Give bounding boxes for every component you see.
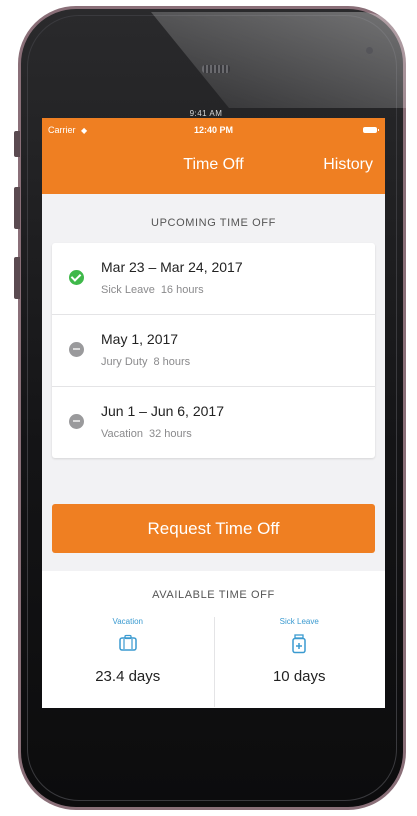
item-type: Vacation (101, 428, 143, 440)
item-type: Sick Leave (101, 284, 155, 296)
item-dates: Mar 23 – Mar 24, 2017 (101, 259, 243, 275)
nav-bar: Carrier ◆ 12:40 PM Time Off History (42, 118, 385, 194)
suitcase-icon (42, 634, 214, 654)
vacation-label: Vacation (112, 617, 144, 626)
status-bar: Carrier ◆ 12:40 PM (42, 118, 385, 140)
sick-leave-balance[interactable]: Sick Leave 10 days (214, 617, 386, 685)
list-item[interactable]: Jun 1 – Jun 6, 2017 Vacation 32 hours (52, 387, 375, 458)
item-hours: 16 hours (160, 284, 204, 296)
pending-icon (69, 342, 84, 357)
item-hours: 8 hours (153, 356, 191, 368)
available-columns: Vacation 23.4 days Sick Leave 10 days (42, 617, 386, 707)
device-time-label: 9:41 AM (189, 109, 223, 118)
upcoming-title: UPCOMING TIME OFF (151, 217, 276, 229)
speaker-grille (202, 65, 230, 73)
vacation-balance[interactable]: Vacation 23.4 days (42, 617, 214, 685)
available-section: AVAILABLE TIME OFF Vacation 23.4 days Si… (42, 571, 385, 708)
item-meta: Vacation 32 hours (101, 428, 192, 440)
sick-leave-label: Sick Leave (279, 617, 319, 626)
status-time: 12:40 PM (193, 125, 234, 135)
app-screen: Carrier ◆ 12:40 PM Time Off History UPCO… (42, 118, 385, 708)
sick-leave-value: 10 days (272, 668, 326, 685)
item-meta: Jury Duty 8 hours (101, 356, 190, 368)
item-dates: Jun 1 – Jun 6, 2017 (101, 403, 224, 419)
mute-switch (14, 131, 20, 157)
pending-icon (69, 414, 84, 429)
list-item[interactable]: Mar 23 – Mar 24, 2017 Sick Leave 16 hours (52, 243, 375, 315)
vacation-value: 23.4 days (95, 668, 161, 685)
history-button[interactable]: History (323, 156, 373, 174)
approved-check-icon (69, 270, 84, 285)
volume-down-button (14, 257, 20, 299)
volume-up-button (14, 187, 20, 229)
front-camera (366, 47, 373, 54)
list-item[interactable]: May 1, 2017 Jury Duty 8 hours (52, 315, 375, 387)
battery-icon (363, 127, 379, 133)
upcoming-list: Mar 23 – Mar 24, 2017 Sick Leave 16 hours… (52, 243, 375, 458)
item-meta: Sick Leave 16 hours (101, 284, 204, 296)
medicine-bottle-icon (214, 634, 386, 654)
item-type: Jury Duty (101, 356, 148, 368)
item-hours: 32 hours (149, 428, 192, 440)
available-title: AVAILABLE TIME OFF (152, 589, 275, 601)
request-time-off-button[interactable]: Request Time Off (52, 504, 375, 553)
item-dates: May 1, 2017 (101, 331, 179, 347)
